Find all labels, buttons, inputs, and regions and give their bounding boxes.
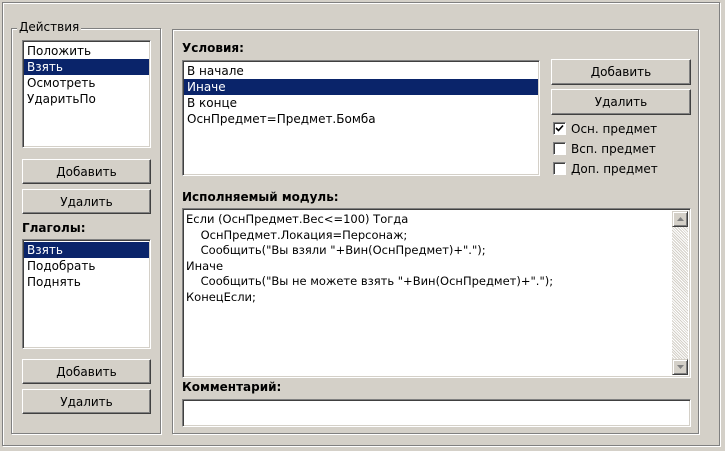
checkbox[interactable]	[553, 142, 566, 155]
comment-input[interactable]	[182, 399, 691, 427]
conditions-list[interactable]: В начале Иначе В конце ОснПредмет=Предмет.Б…	[182, 60, 540, 176]
condition-list-item[interactable]: В конце	[184, 95, 538, 111]
checkbox-row[interactable]: Всп. предмет	[553, 141, 693, 157]
comment-title: Комментарий:	[182, 380, 282, 394]
vertical-scrollbar[interactable]	[672, 211, 688, 375]
delete-verb-button[interactable]: Удалить	[22, 389, 151, 414]
condition-list-item[interactable]: ОснПредмет=Предмет.Бомба	[184, 111, 538, 127]
check-mark-icon	[555, 124, 564, 132]
code-line: Сообщить("Вы взяли "+Вин(ОснПредмет)+"."…	[186, 243, 486, 257]
checkbox-label: Осн. предмет	[571, 122, 658, 136]
add-action-button[interactable]: Добавить	[22, 159, 151, 184]
verbs-list[interactable]: Взять Подобрать Поднять	[22, 239, 151, 349]
verbs-title: Глаголы:	[22, 221, 86, 235]
add-verb-button[interactable]: Добавить	[22, 359, 151, 384]
delete-action-button[interactable]: Удалить	[22, 189, 151, 214]
checkbox[interactable]	[553, 162, 566, 175]
add-condition-button[interactable]: Добавить	[551, 59, 691, 85]
code-line: Если (ОснПредмет.Вес<=100) Тогда	[186, 212, 409, 226]
condition-list-item[interactable]: Иначе	[184, 79, 538, 95]
action-list-item[interactable]: Осмотреть	[24, 75, 149, 91]
code-line: ОснПредмет.Локация=Персонаж;	[186, 227, 408, 242]
checkbox-row[interactable]: Осн. предмет	[553, 121, 693, 137]
condition-list-item[interactable]: В начале	[184, 63, 538, 79]
code-line: Сообщить("Вы не можете взять "+Вин(ОснПр…	[186, 274, 554, 288]
actions-list[interactable]: Положить Взять Осмотреть УдаритьПо	[22, 40, 151, 148]
action-list-item[interactable]: Взять	[24, 59, 149, 75]
code-line: КонецЕсли;	[186, 289, 256, 304]
scroll-up-arrow-icon[interactable]	[672, 211, 688, 227]
module-title: Исполняемый модуль:	[182, 190, 339, 204]
module-code[interactable]: Если (ОснПредмет.Вес<=100) Тогда ОснПред…	[186, 212, 672, 305]
action-list-item[interactable]: УдаритьПо	[24, 91, 149, 107]
checkbox-label: Доп. предмет	[571, 162, 658, 176]
checkbox-label: Всп. предмет	[571, 142, 656, 156]
verb-list-item[interactable]: Взять	[24, 242, 149, 258]
scroll-down-arrow-icon[interactable]	[672, 359, 688, 375]
delete-condition-button[interactable]: Удалить	[551, 89, 691, 115]
action-list-item[interactable]: Положить	[24, 43, 149, 59]
code-line: Иначе	[186, 258, 224, 273]
module-editor[interactable]: Если (ОснПредмет.Вес<=100) Тогда ОснПред…	[182, 208, 691, 378]
conditions-title: Условия:	[182, 41, 244, 55]
verb-list-item[interactable]: Подобрать	[24, 258, 149, 274]
checkbox[interactable]	[553, 122, 566, 135]
checkbox-row[interactable]: Доп. предмет	[553, 161, 693, 177]
actions-group-title: Действия	[17, 19, 82, 35]
verb-list-item[interactable]: Поднять	[24, 274, 149, 290]
